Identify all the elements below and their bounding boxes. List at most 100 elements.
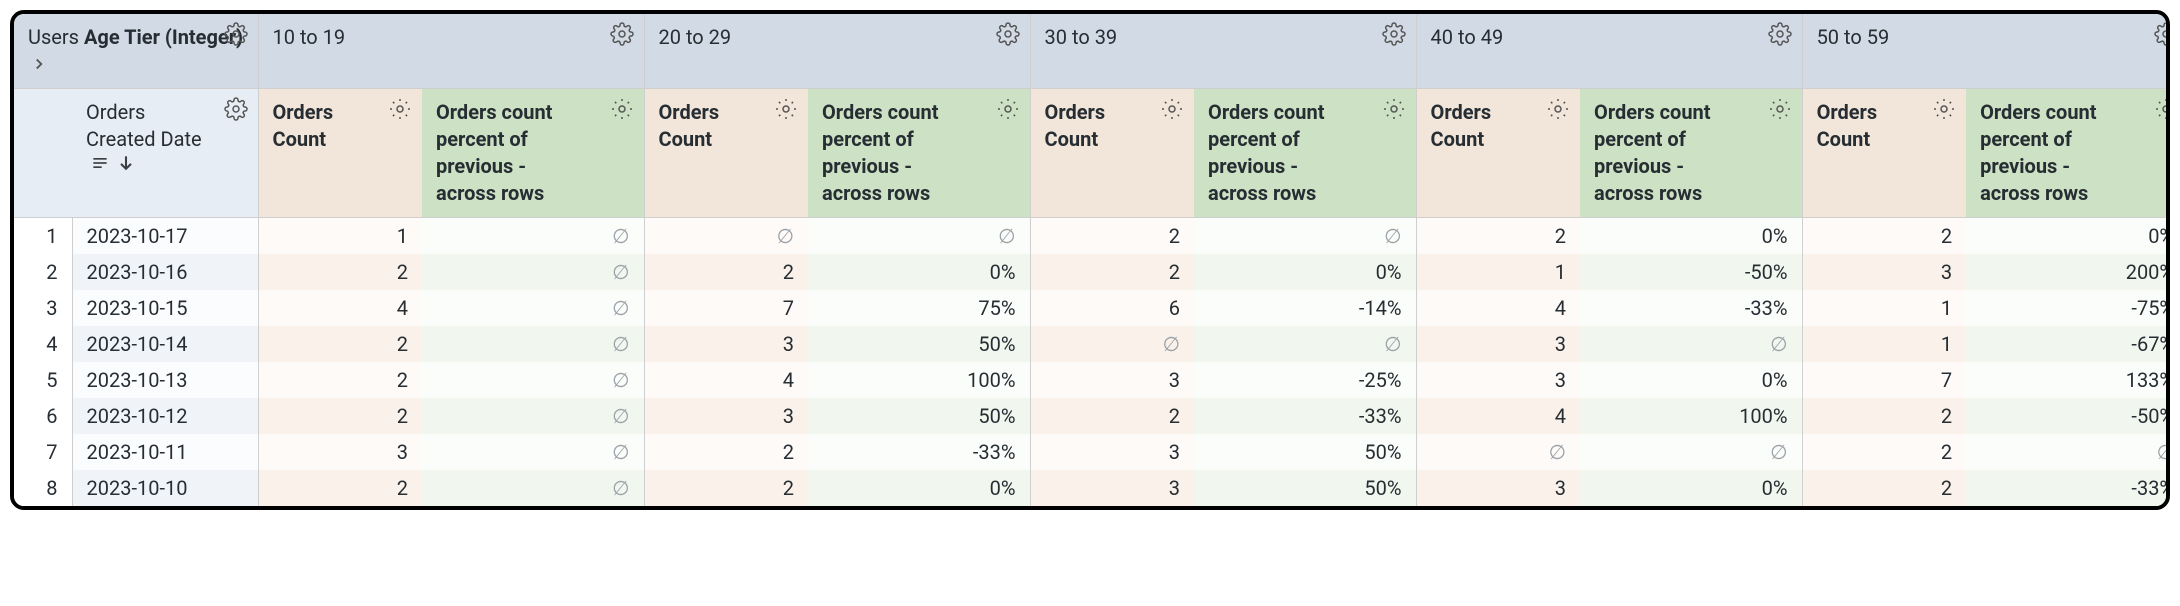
- calc-column-header[interactable]: Orders countpercent ofprevious -across r…: [1194, 89, 1416, 218]
- calc-cell[interactable]: -25%: [1194, 362, 1416, 398]
- count-cell[interactable]: 3: [1802, 254, 1966, 290]
- count-cell[interactable]: 6: [1030, 290, 1194, 326]
- count-cell[interactable]: 4: [258, 290, 422, 326]
- calc-cell[interactable]: 0%: [1580, 362, 1802, 398]
- count-cell[interactable]: 3: [1030, 362, 1194, 398]
- count-cell[interactable]: 1: [258, 218, 422, 255]
- calc-cell[interactable]: 133%: [1966, 362, 2170, 398]
- count-cell[interactable]: 1: [1802, 326, 1966, 362]
- count-cell[interactable]: 3: [1030, 434, 1194, 470]
- count-cell[interactable]: 2: [1030, 398, 1194, 434]
- calc-cell[interactable]: -14%: [1194, 290, 1416, 326]
- gear-icon[interactable]: [610, 97, 634, 121]
- gear-icon[interactable]: [1382, 22, 1406, 46]
- calc-cell[interactable]: 75%: [808, 290, 1030, 326]
- count-cell[interactable]: 7: [644, 290, 808, 326]
- count-cell[interactable]: 2: [644, 434, 808, 470]
- date-cell[interactable]: 2023-10-15: [72, 290, 258, 326]
- calc-column-header[interactable]: Orders countpercent ofprevious -across r…: [422, 89, 644, 218]
- calc-cell[interactable]: 50%: [808, 398, 1030, 434]
- calc-cell[interactable]: ∅: [422, 326, 644, 362]
- gear-icon[interactable]: [388, 97, 412, 121]
- date-cell[interactable]: 2023-10-12: [72, 398, 258, 434]
- count-column-header[interactable]: OrdersCount: [1030, 89, 1194, 218]
- count-cell[interactable]: 2: [258, 398, 422, 434]
- calc-cell[interactable]: 50%: [1194, 434, 1416, 470]
- calc-cell[interactable]: 100%: [1580, 398, 1802, 434]
- calc-cell[interactable]: ∅: [422, 362, 644, 398]
- calc-cell[interactable]: -33%: [1194, 398, 1416, 434]
- count-cell[interactable]: 3: [1416, 470, 1580, 506]
- calc-column-header[interactable]: Orders countpercent ofprevious -across r…: [1966, 89, 2170, 218]
- date-cell[interactable]: 2023-10-10: [72, 470, 258, 506]
- count-cell[interactable]: 3: [1416, 326, 1580, 362]
- gear-icon[interactable]: [224, 97, 248, 121]
- gear-icon[interactable]: [1160, 97, 1184, 121]
- calc-cell[interactable]: 0%: [1966, 218, 2170, 255]
- gear-icon[interactable]: [1932, 97, 1956, 121]
- calc-cell[interactable]: ∅: [1580, 434, 1802, 470]
- calc-cell[interactable]: ∅: [1194, 326, 1416, 362]
- count-cell[interactable]: 2: [258, 254, 422, 290]
- count-cell[interactable]: 2: [644, 254, 808, 290]
- calc-column-header[interactable]: Orders countpercent ofprevious -across r…: [808, 89, 1030, 218]
- calc-cell[interactable]: ∅: [1580, 326, 1802, 362]
- tier-header-2[interactable]: 30 to 39: [1030, 14, 1416, 89]
- count-cell[interactable]: 3: [1030, 470, 1194, 506]
- calc-cell[interactable]: 0%: [1580, 470, 1802, 506]
- count-cell[interactable]: 4: [1416, 290, 1580, 326]
- calc-cell[interactable]: ∅: [1966, 434, 2170, 470]
- calc-cell[interactable]: -50%: [1580, 254, 1802, 290]
- gear-icon[interactable]: [774, 97, 798, 121]
- count-cell[interactable]: ∅: [1416, 434, 1580, 470]
- count-cell[interactable]: 3: [644, 398, 808, 434]
- calc-cell[interactable]: ∅: [422, 254, 644, 290]
- gear-icon[interactable]: [224, 22, 248, 46]
- count-cell[interactable]: 2: [1030, 218, 1194, 255]
- date-cell[interactable]: 2023-10-14: [72, 326, 258, 362]
- gear-icon[interactable]: [996, 22, 1020, 46]
- count-column-header[interactable]: OrdersCount: [1802, 89, 1966, 218]
- calc-cell[interactable]: ∅: [808, 218, 1030, 255]
- count-cell[interactable]: 2: [1030, 254, 1194, 290]
- count-cell[interactable]: 2: [1802, 218, 1966, 255]
- calc-cell[interactable]: -33%: [1580, 290, 1802, 326]
- date-cell[interactable]: 2023-10-17: [72, 218, 258, 255]
- count-cell[interactable]: 4: [1416, 398, 1580, 434]
- gear-icon[interactable]: [610, 22, 634, 46]
- count-cell[interactable]: 1: [1802, 290, 1966, 326]
- gear-icon[interactable]: [1546, 97, 1570, 121]
- calc-cell[interactable]: ∅: [422, 290, 644, 326]
- date-cell[interactable]: 2023-10-16: [72, 254, 258, 290]
- count-cell[interactable]: 4: [644, 362, 808, 398]
- calc-cell[interactable]: -75%: [1966, 290, 2170, 326]
- calc-cell[interactable]: 0%: [1194, 254, 1416, 290]
- count-cell[interactable]: 3: [1416, 362, 1580, 398]
- calc-cell[interactable]: 0%: [808, 470, 1030, 506]
- gear-icon[interactable]: [2154, 97, 2170, 121]
- calc-cell[interactable]: ∅: [422, 470, 644, 506]
- tier-header-0[interactable]: 10 to 19: [258, 14, 644, 89]
- count-cell[interactable]: 3: [258, 434, 422, 470]
- calc-cell[interactable]: 200%: [1966, 254, 2170, 290]
- count-cell[interactable]: 2: [1416, 218, 1580, 255]
- calc-cell[interactable]: ∅: [1194, 218, 1416, 255]
- gear-icon[interactable]: [1768, 22, 1792, 46]
- gear-icon[interactable]: [2154, 22, 2170, 46]
- tier-header-3[interactable]: 40 to 49: [1416, 14, 1802, 89]
- calc-cell[interactable]: -50%: [1966, 398, 2170, 434]
- pivot-dimension-header[interactable]: Users Age Tier (Integer): [14, 14, 258, 89]
- date-cell[interactable]: 2023-10-11: [72, 434, 258, 470]
- count-cell[interactable]: 1: [1416, 254, 1580, 290]
- count-cell[interactable]: 2: [1802, 434, 1966, 470]
- gear-icon[interactable]: [1768, 97, 1792, 121]
- calc-cell[interactable]: 50%: [1194, 470, 1416, 506]
- count-column-header[interactable]: OrdersCount: [644, 89, 808, 218]
- count-cell[interactable]: 2: [258, 326, 422, 362]
- tier-header-4[interactable]: 50 to 59: [1802, 14, 2170, 89]
- calc-cell[interactable]: -33%: [808, 434, 1030, 470]
- calc-cell[interactable]: ∅: [422, 398, 644, 434]
- calc-cell[interactable]: -67%: [1966, 326, 2170, 362]
- count-cell[interactable]: ∅: [1030, 326, 1194, 362]
- count-cell[interactable]: 2: [258, 470, 422, 506]
